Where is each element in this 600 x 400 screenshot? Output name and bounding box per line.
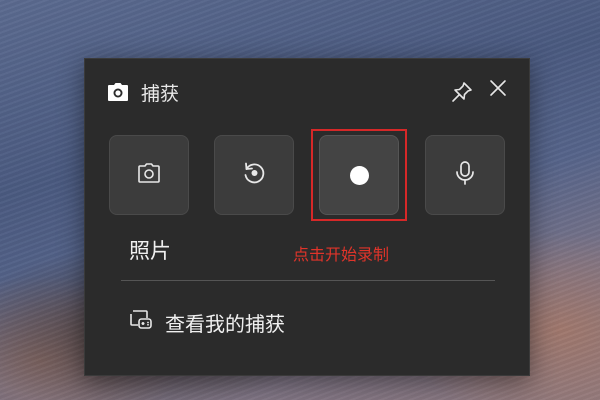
capture-widget: 捕获 照片 点击开始录制 查看我的捕获	[84, 58, 530, 376]
gallery-icon	[129, 309, 153, 335]
photo-label: 照片	[129, 239, 171, 263]
view-captures-link[interactable]: 查看我的捕获	[129, 307, 285, 337]
start-recording-annotation: 点击开始录制	[293, 245, 390, 264]
pin-icon	[451, 81, 473, 107]
microphone-icon	[454, 160, 476, 190]
screenshot-button[interactable]	[109, 135, 189, 215]
divider	[121, 280, 495, 281]
camera-icon	[137, 162, 161, 188]
record-highlight-box	[311, 129, 407, 221]
close-icon	[489, 79, 507, 101]
microphone-button[interactable]	[425, 135, 505, 215]
view-captures-label: 查看我的捕获	[165, 311, 285, 336]
widget-header: 捕获	[107, 77, 179, 107]
widget-title: 捕获	[141, 82, 180, 105]
replay-button[interactable]	[214, 135, 294, 215]
camera-icon	[107, 82, 129, 102]
close-button[interactable]	[485, 77, 511, 103]
replay-icon	[241, 160, 267, 190]
pin-button[interactable]	[449, 81, 475, 107]
